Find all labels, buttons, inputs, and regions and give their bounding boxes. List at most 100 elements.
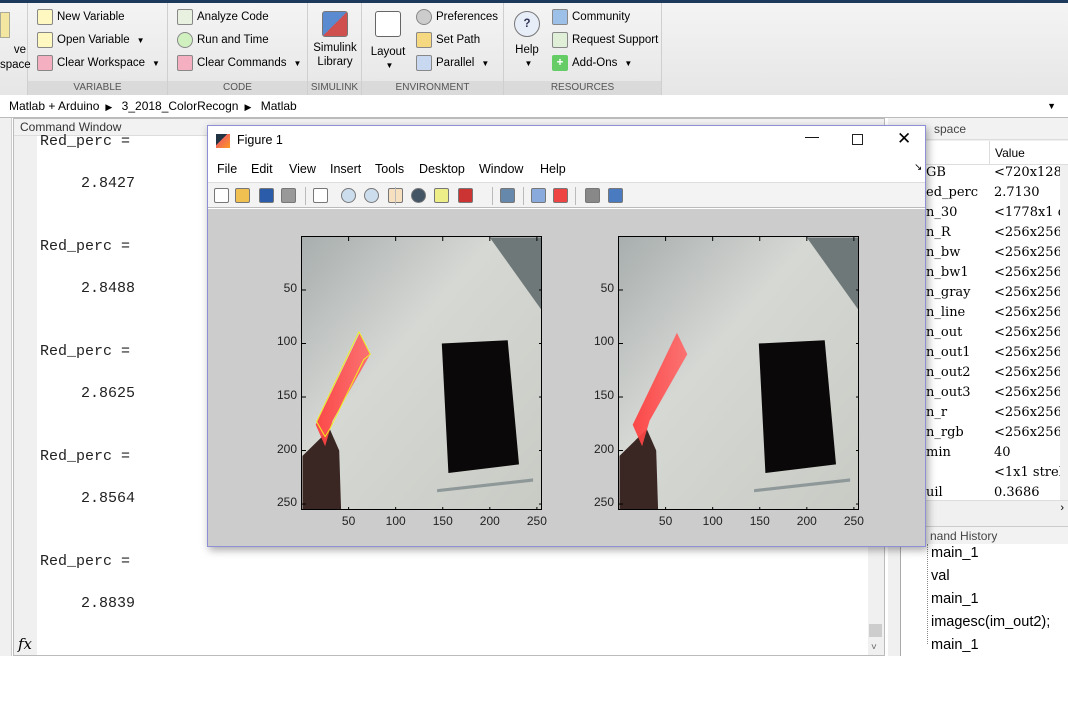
- y-tick-label: 200: [593, 441, 614, 456]
- y-tick-label: 150: [276, 388, 297, 402]
- data-cursor-icon[interactable]: [434, 188, 449, 203]
- toolstrip: ve space New Variable Open Variable ▼ Clea…: [0, 0, 1068, 95]
- variable-name: n_out1: [926, 345, 971, 360]
- chevron-down-icon[interactable]: ˅: [871, 642, 877, 653]
- toolbar-separator: [523, 187, 524, 205]
- output-variable: Red_perc =: [40, 553, 131, 570]
- chevron-right-icon: ▶: [105, 102, 113, 112]
- command-history-list[interactable]: [900, 544, 1068, 656]
- dropdown-icon: ▼: [481, 58, 490, 68]
- menu-window[interactable]: Window: [479, 162, 523, 176]
- variable-value: <256x256 u: [994, 225, 1060, 240]
- breadcrumb-item[interactable]: Matlab + Arduino: [9, 99, 99, 113]
- window-region: [441, 340, 519, 473]
- save-icon[interactable]: [259, 188, 274, 203]
- new-variable-button[interactable]: New Variable: [37, 9, 125, 25]
- new-figure-icon[interactable]: [214, 188, 229, 203]
- chevron-right-icon[interactable]: ›: [1060, 502, 1064, 514]
- history-item[interactable]: main_1: [931, 545, 979, 561]
- window-region: [758, 340, 836, 473]
- menu-insert[interactable]: Insert: [330, 162, 361, 176]
- label: Clear Workspace: [57, 57, 145, 69]
- set-path-button[interactable]: Set Path: [416, 32, 480, 48]
- rotate-3d-icon[interactable]: [411, 188, 426, 203]
- menu-desktop[interactable]: Desktop: [419, 162, 465, 176]
- request-support-button[interactable]: Request Support: [552, 32, 658, 48]
- dropdown-icon[interactable]: ▼: [1047, 96, 1056, 117]
- output-value: 2.8839: [81, 595, 136, 612]
- section-label: SIMULINK: [308, 81, 361, 95]
- simulink-section: Simulink Library SIMULINK: [308, 3, 362, 95]
- history-item[interactable]: imagesc(im_out2);: [931, 614, 1050, 630]
- variable-name: n_R: [926, 225, 951, 240]
- run-and-time-button[interactable]: Run and Time: [177, 32, 269, 48]
- variable-name: n_bw1: [926, 265, 969, 280]
- history-item[interactable]: main_1: [931, 591, 979, 607]
- history-item[interactable]: val: [931, 568, 950, 584]
- open-variable-button[interactable]: Open Variable ▼: [37, 32, 145, 48]
- label: space: [0, 59, 31, 71]
- menu-view[interactable]: View: [289, 162, 316, 176]
- open-file-icon[interactable]: [235, 188, 250, 203]
- gear-icon: [416, 9, 432, 25]
- address-bar[interactable]: Matlab + Arduino ▶ 3_2018_ColorRecogn ▶ Ma…: [0, 96, 1068, 118]
- output-value: 2.8564: [81, 490, 136, 507]
- show-plot-tools-icon[interactable]: [608, 188, 623, 203]
- menu-tools[interactable]: Tools: [375, 162, 404, 176]
- select-arrow-icon[interactable]: [313, 188, 328, 203]
- zoom-in-icon[interactable]: [341, 188, 356, 203]
- toolbar-separator: [575, 187, 576, 205]
- variable-value: <256x256x: [994, 425, 1060, 440]
- print-icon[interactable]: [281, 188, 296, 203]
- clear-commands-button[interactable]: Clear Commands ▼: [177, 55, 301, 71]
- label: Help: [515, 44, 539, 56]
- image-axes[interactable]: [301, 236, 542, 510]
- layout-button[interactable]: Layout ▼: [366, 11, 410, 73]
- brush-icon[interactable]: [458, 188, 473, 203]
- close-button[interactable]: ✕: [897, 129, 911, 149]
- y-tick-label: 250: [593, 495, 614, 510]
- variable-name: n_30: [926, 205, 958, 220]
- breadcrumb-item[interactable]: Matlab: [261, 99, 297, 113]
- help-button[interactable]: ? Help ▼: [508, 11, 546, 71]
- function-browser-icon[interactable]: fx: [18, 635, 32, 653]
- y-tick-label: 100: [593, 334, 614, 349]
- dropdown-icon: ▼: [524, 59, 533, 68]
- variable-value: 0.3686: [994, 485, 1040, 500]
- analyze-code-icon: [177, 9, 193, 25]
- variable-value: <1778x1 do: [994, 205, 1060, 220]
- parallel-button[interactable]: Parallel ▼: [416, 55, 489, 71]
- label: Clear Commands: [197, 57, 287, 69]
- link-plot-icon[interactable]: [500, 188, 515, 203]
- legend-icon[interactable]: [553, 188, 568, 203]
- image-axes[interactable]: [618, 236, 859, 510]
- figure-window[interactable]: Figure 1 — ✕ File Edit View Insert Tools…: [207, 125, 926, 547]
- simulink-library-button[interactable]: Simulink Library: [308, 11, 362, 69]
- analyze-code-button[interactable]: Analyze Code: [177, 9, 269, 25]
- hide-plot-tools-icon[interactable]: [585, 188, 600, 203]
- scrollbar-thumb[interactable]: [869, 624, 882, 637]
- eraser-icon: [37, 55, 53, 71]
- save-workspace-partial[interactable]: ve space: [0, 3, 31, 95]
- maximize-button[interactable]: [852, 134, 863, 145]
- chevron-right-icon: ▶: [244, 102, 252, 112]
- menu-help[interactable]: Help: [540, 162, 566, 176]
- breadcrumb-item[interactable]: 3_2018_ColorRecogn: [122, 99, 239, 113]
- y-tick-label: 100: [276, 334, 297, 349]
- preferences-button[interactable]: Preferences: [416, 9, 498, 25]
- dock-arrow-icon[interactable]: ↘: [914, 162, 922, 173]
- history-item[interactable]: main_1: [931, 637, 979, 653]
- output-variable: Red_perc =: [40, 238, 131, 255]
- variable-value: <1x1 strel>: [994, 465, 1060, 480]
- zoom-out-icon[interactable]: [364, 188, 379, 203]
- menu-edit[interactable]: Edit: [251, 162, 273, 176]
- add-ons-button[interactable]: + Add-Ons ▼: [552, 55, 632, 71]
- column-header-value[interactable]: Value: [989, 141, 1025, 165]
- menu-file[interactable]: File: [217, 162, 237, 176]
- minimize-button[interactable]: —: [805, 128, 819, 144]
- colorbar-icon[interactable]: [531, 188, 546, 203]
- community-icon: [552, 9, 568, 25]
- clear-workspace-button[interactable]: Clear Workspace ▼: [37, 55, 160, 71]
- community-button[interactable]: Community: [552, 9, 630, 25]
- tree-line: [927, 544, 928, 644]
